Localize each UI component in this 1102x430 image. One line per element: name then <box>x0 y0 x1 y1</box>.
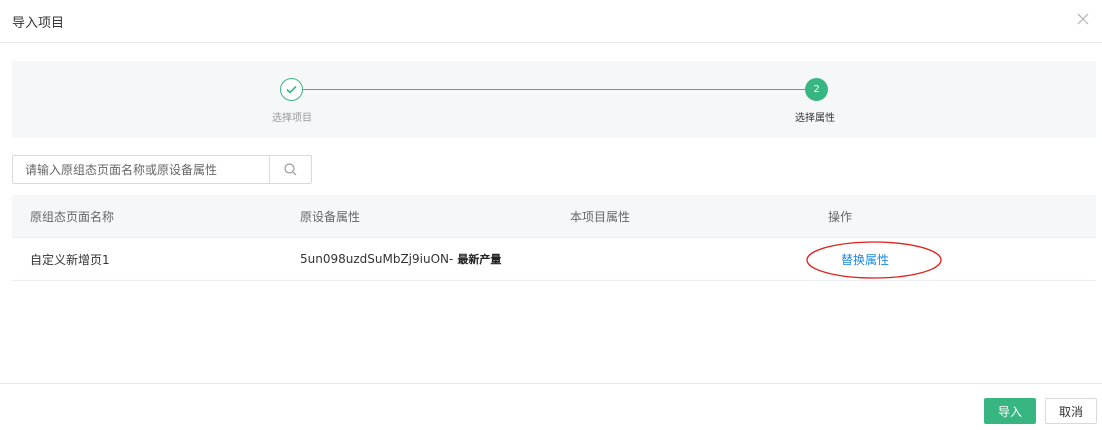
close-icon[interactable] <box>1076 12 1090 26</box>
search-icon <box>284 163 297 176</box>
device-attr-code: 5un098uzdSuMbZj9iuON- <box>300 252 454 266</box>
dialog-title: 导入项目 <box>12 16 65 31</box>
search-input[interactable] <box>13 156 269 183</box>
device-attr-name: 最新产量 <box>457 253 502 266</box>
device-attr-cell: 5un098uzdSuMbZj9iuON- 最新产量 <box>300 238 501 280</box>
cancel-button[interactable]: 取消 <box>1045 398 1097 424</box>
step-1-done <box>280 78 303 101</box>
check-icon <box>286 85 297 94</box>
step-connector <box>303 89 811 90</box>
page-name-cell: 自定义新增页1 <box>30 252 110 267</box>
table-row: 自定义新增页1 5un098uzdSuMbZj9iuON- 最新产量 替换属性 <box>12 238 1096 281</box>
search-box <box>12 155 312 184</box>
column-header-page-name: 原组态页面名称 <box>30 209 115 224</box>
attribute-table: 原组态页面名称 原设备属性 本项目属性 操作 自定义新增页1 5un098uzd… <box>12 195 1096 281</box>
table-header: 原组态页面名称 原设备属性 本项目属性 操作 <box>12 195 1096 238</box>
step-2-label: 选择属性 <box>795 113 835 124</box>
column-header-device-attr: 原设备属性 <box>300 209 361 224</box>
import-button[interactable]: 导入 <box>984 398 1036 424</box>
column-header-project-attr: 本项目属性 <box>570 209 631 224</box>
steps-bar: 选择项目 2 选择属性 <box>12 61 1096 138</box>
dialog-header: 导入项目 <box>0 0 1102 43</box>
step-1-label: 选择项目 <box>272 113 312 124</box>
column-header-action: 操作 <box>828 209 853 224</box>
search-button[interactable] <box>269 156 311 183</box>
step-2-current: 2 <box>805 78 828 101</box>
dialog-footer: 导入 取消 <box>0 383 1102 430</box>
annotation-ellipse <box>806 241 942 279</box>
